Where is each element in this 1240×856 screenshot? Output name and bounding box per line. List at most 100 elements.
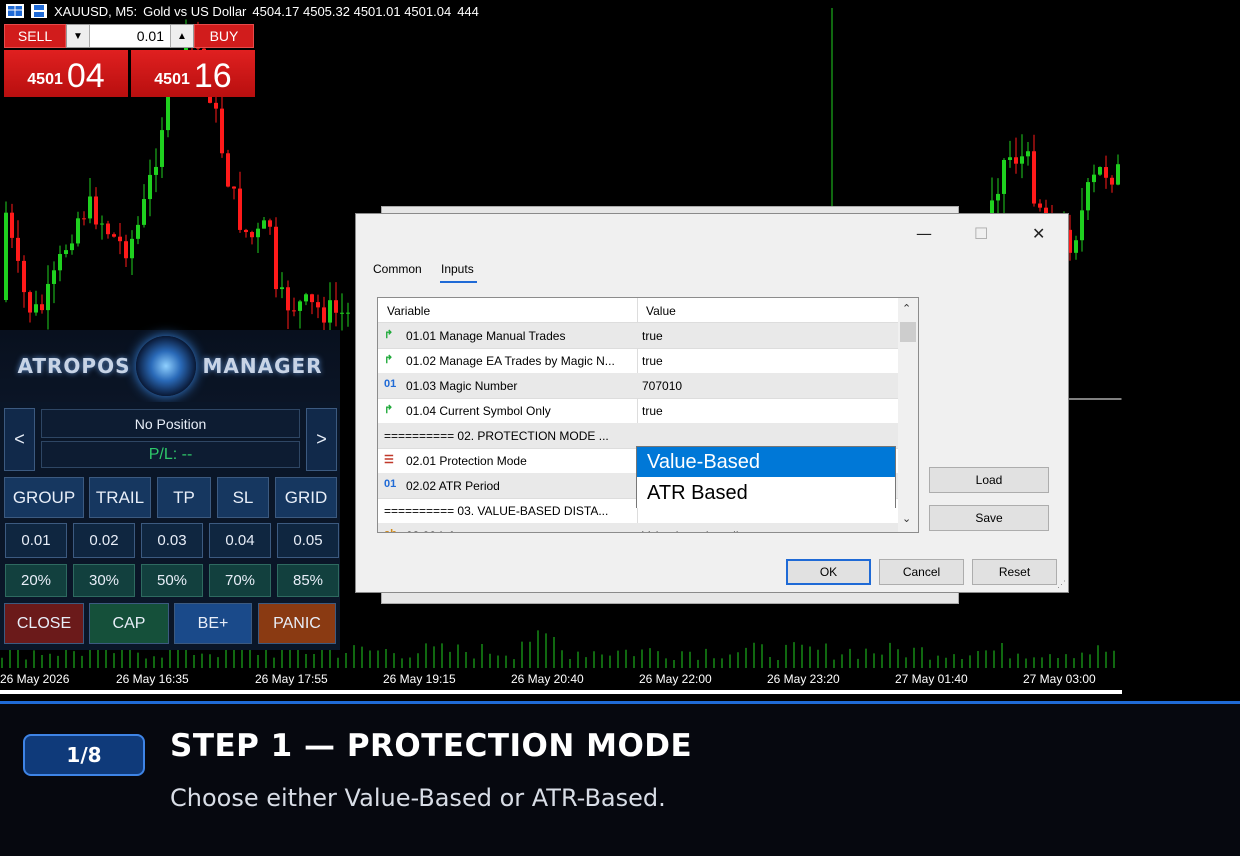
lot-button[interactable]: 0.01 — [5, 523, 67, 558]
row-variable: 01.04 Current Symbol Only — [406, 404, 551, 418]
lot-size-stepper[interactable]: ▼ 0.01 ▲ — [66, 24, 194, 48]
candle-body — [340, 312, 344, 314]
candle-body — [1116, 164, 1120, 185]
string-icon: ab — [384, 528, 400, 532]
candle-body — [58, 254, 62, 271]
minimize-icon[interactable]: — — [916, 224, 932, 243]
chart-description: Gold vs US Dollar — [143, 3, 247, 19]
lot-size-input[interactable]: 0.01 — [90, 28, 170, 44]
logo-text-left: ATROPOS — [17, 354, 131, 378]
candle-body — [226, 153, 230, 187]
row-value[interactable]: true — [642, 329, 892, 343]
grid-icon — [6, 4, 24, 18]
candle-body — [280, 287, 284, 290]
bool-icon: ↱ — [384, 329, 394, 341]
candle-body — [4, 212, 8, 300]
resize-grip-icon[interactable]: ⋰ — [1057, 579, 1066, 590]
close-icon[interactable]: ✕ — [1032, 224, 1045, 243]
table-row[interactable]: ↱ 01.01 Manage Manual Trades true — [378, 323, 898, 349]
save-disk-icon — [31, 4, 47, 18]
candle-body — [76, 218, 80, 244]
lot-button[interactable]: 0.03 — [141, 523, 203, 558]
maximize-icon: ☐ — [974, 224, 989, 243]
action-button-panic[interactable]: PANIC — [258, 603, 336, 644]
percent-button[interactable]: 20% — [5, 564, 67, 597]
chevron-up-icon[interactable]: ▲ — [170, 25, 193, 47]
table-row[interactable]: ↱ 01.04 Current Symbol Only true — [378, 398, 898, 424]
candle-body — [316, 302, 320, 308]
candle-body — [124, 241, 128, 259]
candle-body — [118, 236, 122, 242]
bool-icon: ↱ — [384, 404, 394, 416]
candle-body — [130, 238, 134, 259]
tab-common[interactable]: Common — [373, 262, 422, 276]
row-variable: ========== 03. VALUE-BASED DISTA... — [384, 504, 609, 518]
table-row[interactable]: 01 01.03 Magic Number 707010 — [378, 373, 898, 399]
protection-mode-dropdown[interactable]: Value-Based ATR Based — [636, 446, 896, 508]
reset-button[interactable]: Reset — [972, 559, 1057, 585]
mode-button-grid[interactable]: GRID — [275, 477, 337, 518]
percent-button[interactable]: 85% — [277, 564, 339, 597]
lot-button[interactable]: 0.04 — [209, 523, 271, 558]
row-variable: 01.03 Magic Number — [406, 379, 518, 393]
candle-body — [214, 102, 218, 109]
column-value: Value — [646, 304, 676, 318]
bid-prefix: 4501 — [27, 71, 63, 88]
table-header: Variable Value — [378, 298, 898, 323]
mode-button-sl[interactable]: SL — [217, 477, 269, 518]
bid-price-box[interactable]: 4501 04 — [4, 50, 128, 97]
lot-button[interactable]: 0.02 — [73, 523, 135, 558]
row-value[interactable]: true — [642, 404, 892, 418]
candle-body — [46, 283, 50, 311]
action-button-beplus[interactable]: BE+ — [174, 603, 252, 644]
buy-button[interactable]: BUY — [194, 24, 254, 48]
candle-body — [298, 301, 302, 311]
candle-body — [292, 310, 296, 312]
candle-body — [106, 223, 110, 235]
candle-body — [148, 174, 152, 200]
candle-body — [16, 237, 20, 261]
table-row[interactable]: ↱ 01.02 Manage EA Trades by Magic N... tru… — [378, 348, 898, 374]
row-value[interactable]: Value-based: trading... — [642, 529, 892, 532]
tab-inputs[interactable]: Inputs — [441, 262, 474, 276]
percent-button[interactable]: 50% — [141, 564, 203, 597]
candle-body — [256, 228, 260, 238]
ok-button[interactable]: OK — [786, 559, 871, 585]
table-row[interactable]: ab 03.00 Info Value-based: trading... — [378, 523, 898, 532]
option-atr-based[interactable]: ATR Based — [637, 478, 895, 508]
chevron-down-icon[interactable]: ▼ — [67, 25, 90, 47]
mode-button-tp[interactable]: TP — [157, 477, 211, 518]
candle-body — [1038, 203, 1042, 208]
next-position-button[interactable]: > — [306, 408, 337, 471]
percent-button[interactable]: 70% — [209, 564, 271, 597]
candle-body — [238, 188, 242, 230]
prev-position-button[interactable]: < — [4, 408, 35, 471]
load-button[interactable]: Load — [929, 467, 1049, 493]
row-value[interactable]: 707010 — [642, 379, 892, 393]
scrollbar-thumb[interactable] — [900, 322, 916, 342]
candle-body — [142, 199, 146, 225]
action-button-close[interactable]: CLOSE — [4, 603, 84, 644]
candle-body — [268, 220, 272, 227]
candle-body — [1104, 167, 1108, 178]
bid-big: 04 — [66, 57, 105, 95]
row-variable: ========== 02. PROTECTION MODE ... — [384, 429, 609, 443]
mode-button-trail[interactable]: TRAIL — [89, 477, 151, 518]
ask-price-box[interactable]: 4501 16 — [131, 50, 255, 97]
time-scroll-bar[interactable] — [0, 690, 1122, 694]
sell-button[interactable]: SELL — [4, 24, 66, 48]
scroll-up-icon[interactable]: ⌃ — [902, 302, 911, 315]
save-button[interactable]: Save — [929, 505, 1049, 531]
action-button-cap[interactable]: CAP — [89, 603, 169, 644]
mode-button-group[interactable]: GROUP — [4, 477, 84, 518]
candle-body — [262, 220, 266, 229]
candle-body — [1032, 151, 1036, 204]
cancel-button[interactable]: Cancel — [879, 559, 964, 585]
candle-body — [244, 229, 248, 233]
option-value-based[interactable]: Value-Based — [637, 447, 895, 477]
row-value[interactable]: true — [642, 354, 892, 368]
scroll-down-icon[interactable]: ⌄ — [902, 512, 911, 525]
percent-button[interactable]: 30% — [73, 564, 135, 597]
lot-button[interactable]: 0.05 — [277, 523, 339, 558]
candle-body — [154, 166, 158, 175]
